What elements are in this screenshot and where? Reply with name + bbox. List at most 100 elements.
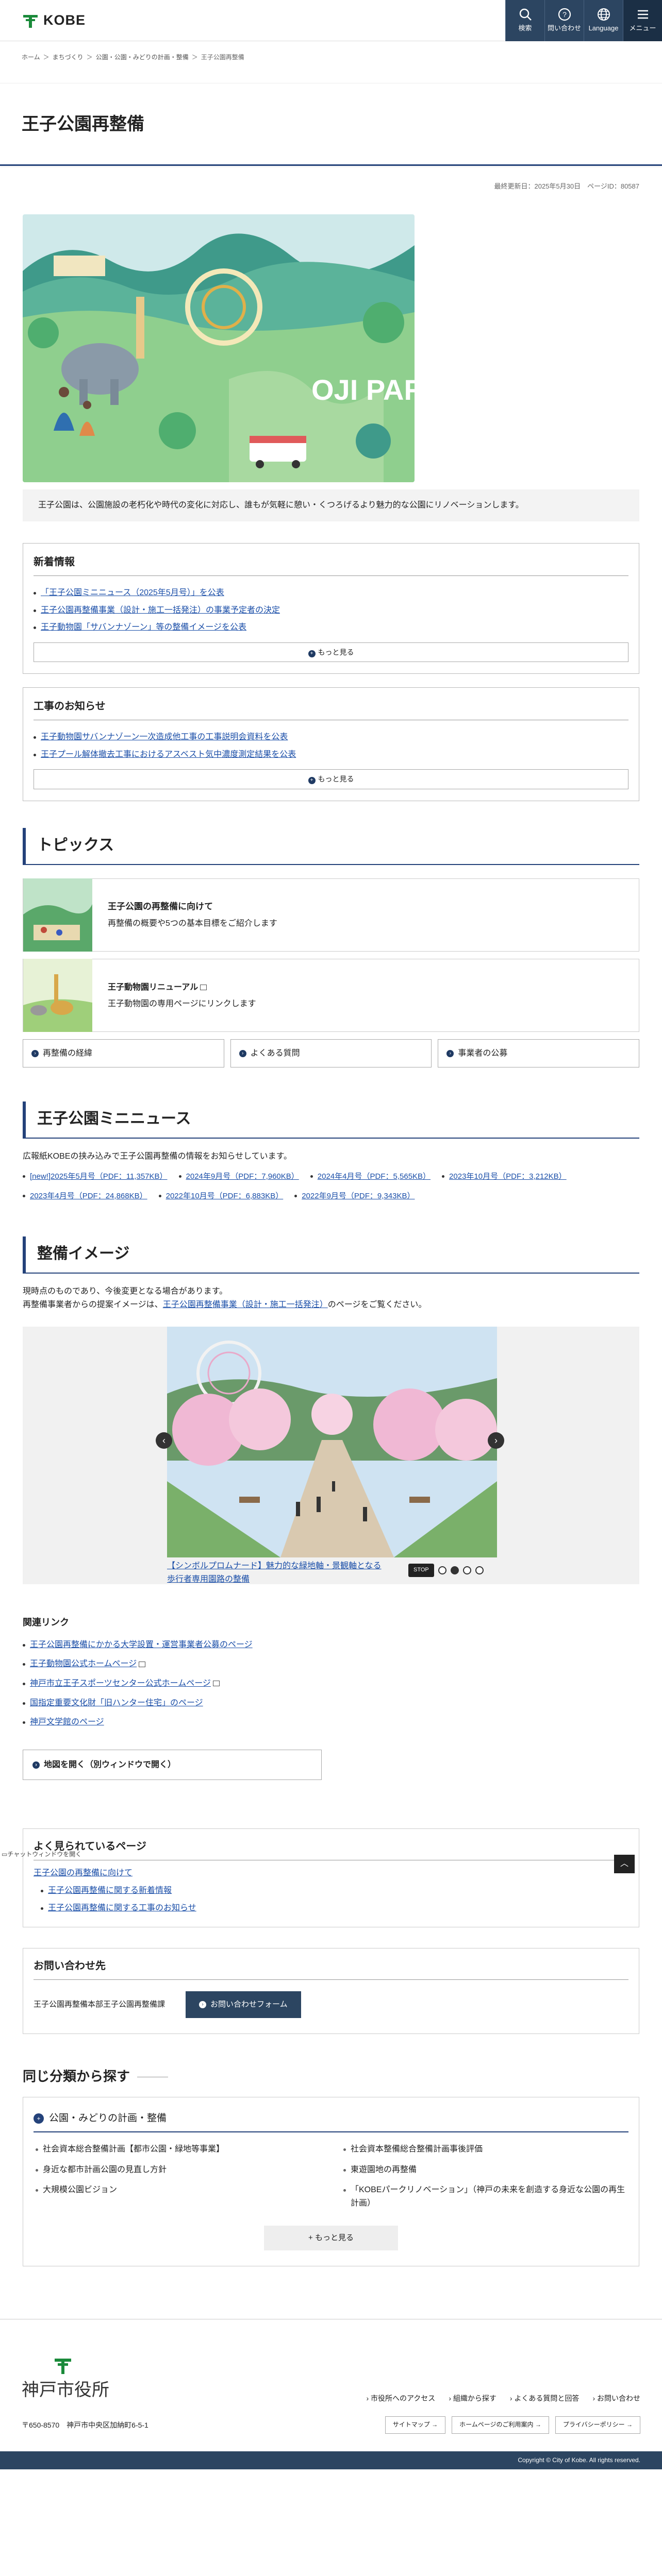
logo-text: KOBE [43,12,86,28]
news-link[interactable]: 王子動物園「サバンナゾーン」等の整備イメージを公表 [41,623,246,632]
site-header: KOBE 検索 ? 問い合わせ Language メニュー [0,0,662,41]
category-link[interactable]: 社会資本総合整備計画【都市公園・緑地等事業】 [43,2145,224,2154]
carousel-controls: STOP [408,1564,484,1577]
carousel-dot-1[interactable] [438,1566,446,1574]
list-item: 2023年10月号（PDF：3,212KB） [442,1171,567,1183]
mini-news-link[interactable]: 2023年10月号（PDF：3,212KB） [449,1172,567,1181]
news-more-button[interactable]: + もっと見る [34,642,628,663]
related-link[interactable]: 神戸文学館のページ [30,1718,104,1726]
footer-link[interactable]: 市役所へのアクセス [366,2393,435,2404]
popular-link[interactable]: 王子公園再整備に関する新着情報 [48,1886,172,1895]
breadcrumb-machizukuri[interactable]: まちづくり [53,53,84,62]
search-button[interactable]: 検索 [505,0,544,41]
list-item: 王子動物園サバンナゾーン一次造成他工事の工事説明会資料を公表 [34,728,628,746]
chevron-up-icon: ︿ [620,1859,628,1869]
sitemap-button[interactable]: サイトマップ → [385,2416,446,2434]
list-item: 王子公園の再整備に向けて [34,1865,628,1882]
faq-button[interactable]: › よくある質問 [230,1039,432,1068]
related-title: 関連リンク [23,1617,69,1628]
related-link[interactable]: 国指定重要文化財「旧ハンター住宅」のページ [30,1699,203,1707]
list-item: 2022年10月号（PDF：6,883KB） [158,1190,284,1202]
mini-news-link[interactable]: 2024年4月号（PDF：5,565KB） [318,1172,431,1181]
footer-link[interactable]: 組織から探す [449,2393,496,2404]
carousel-dot-2[interactable] [450,1566,459,1574]
list-item: [new!]2025年5月号（PDF：11,357KB） [23,1171,168,1183]
usage-guide-button[interactable]: ホームページのご利用案内 → [452,2416,549,2434]
carousel-dot-4[interactable] [475,1566,484,1574]
proposal-link[interactable]: 王子公園再整備事業（設計・施工一括発注） [163,1300,328,1309]
carousel-prev-button[interactable]: ‹ [156,1432,172,1449]
chat-window-button[interactable]: ▭チャットウィンドウを開く [2,1851,81,1858]
category-link[interactable]: 東遊園地の再整備 [351,2165,417,2174]
list-item: 「王子公園ミニニュース（2025年5月号）」を公表 [34,584,628,602]
topic-card-zoo[interactable]: 王子動物園リニューアル 王子動物園の専用ページにリンクします [23,958,639,1032]
back-to-top-button[interactable]: ︿ [614,1855,635,1874]
carousel-caption[interactable]: 【シンボルプロムナード】魅力的な緑地軸・景観軸となる歩行者専用園路の整備 [167,1560,384,1586]
language-label: Language [588,24,619,32]
carousel-dot-3[interactable] [462,1566,471,1574]
chat-icon: ▭ [2,1851,8,1858]
question-icon: ? [558,8,571,21]
list-item: 国指定重要文化財「旧ハンター住宅」のページ [23,1693,639,1713]
news-link[interactable]: 王子公園再整備事業（設計・施工一括発注）の事業予定者の決定 [41,606,280,615]
construction-more-button[interactable]: + もっと見る [34,769,628,789]
inquiry-form-label: お問い合わせフォーム [210,2000,288,2009]
mini-news-link[interactable]: 2022年9月号（PDF：9,343KB） [302,1192,415,1200]
language-button[interactable]: Language [584,0,623,41]
category-link[interactable]: 身近な都市計画公園の見直し方針 [43,2165,167,2174]
footer-links: 市役所へのアクセス 組織から探す よくある質問と回答 お問い合わせ [366,2393,640,2404]
privacy-label: プライバシーポリシー [562,2421,625,2429]
popular-link[interactable]: 王子公園再整備に関する工事のお知らせ [48,1904,196,1912]
category-link[interactable]: 「KOBEパークリノベーション」（神戸の未来を創造する身近な公園の再生計画） [351,2185,625,2208]
breadcrumb-current: 王子公園再整備 [201,54,244,61]
footer-logo[interactable]: 神戸市役所 [22,2355,114,2404]
list-item: 社会資本総合整備計画【都市公園・緑地等事業】 [34,2143,321,2156]
list-item: 2022年9月号（PDF：9,343KB） [294,1190,415,1202]
images-heading: 整備イメージ [23,1236,639,1274]
mini-news-link[interactable]: 2022年10月号（PDF：6,883KB） [166,1192,284,1200]
list-item: 2024年9月号（PDF：7,960KB） [178,1171,299,1183]
list-item: 大規模公園ビジョン [34,2183,321,2210]
same-category-more-button[interactable]: + もっと見る [264,2225,398,2250]
open-map-button[interactable]: › 地図を開く（別ウィンドウで開く） [23,1749,322,1781]
same-category-title: 同じ分類から探す [23,2066,639,2088]
carousel-next-button[interactable]: › [488,1432,504,1449]
popular-title: よく見られているページ [34,1838,628,1861]
construction-box: 工事のお知らせ 王子動物園サバンナゾーン一次造成他工事の工事説明会資料を公表 王… [23,687,639,801]
breadcrumb-parks[interactable]: 公園・公園・みどりの計画・整備 [96,53,189,62]
hero-illustration: OJI PARK [23,214,415,483]
category-link[interactable]: 社会資本整備総合整備計画事後評価 [351,2145,483,2154]
related-link[interactable]: 王子動物園公式ホームページ [30,1659,137,1668]
history-button[interactable]: › 再整備の経緯 [23,1039,224,1068]
list-item: 2023年4月号（PDF：24,868KB） [23,1190,147,1202]
image-carousel: ‹ › 【シンボルプロムナード】魅力的な緑地軸・景観軸となる歩行者専用園路の整備… [23,1327,639,1586]
footer-link[interactable]: よくある質問と回答 [510,2393,579,2404]
inquiry-form-button[interactable]: › お問い合わせフォーム [186,1991,301,2019]
category-link[interactable]: 大規模公園ビジョン [43,2185,117,2194]
privacy-button[interactable]: プライバシーポリシー → [555,2416,640,2434]
site-logo[interactable]: KOBE [22,9,86,31]
sitemap-label: サイトマップ [392,2421,430,2429]
menu-button[interactable]: メニュー [623,0,662,41]
inquiry-title: お問い合わせ先 [34,1958,628,1980]
recruitment-button[interactable]: › 事業者の公募 [438,1039,640,1068]
mini-news-link[interactable]: [new!]2025年5月号（PDF：11,357KB） [30,1172,168,1181]
breadcrumb-home[interactable]: ホーム [22,53,40,62]
contact-button[interactable]: ? 問い合わせ [544,0,584,41]
footer-link[interactable]: お問い合わせ [592,2393,640,2404]
footer-logo-text: 神戸市役所 [22,2379,109,2400]
news-link[interactable]: 「王子公園ミニニュース（2025年5月号）」を公表 [41,588,224,597]
category-header[interactable]: + 公園・みどりの計画・整備 [34,2111,628,2133]
related-link[interactable]: 神戸市立王子スポーツセンター公式ホームページ [30,1679,211,1688]
list-item: 神戸市立王子スポーツセンター公式ホームページ [23,1674,639,1693]
carousel-stop-button[interactable]: STOP [408,1564,434,1577]
popular-pages: よく見られているページ ▭チャットウィンドウを開く ︿ 王子公園の再整備に向けて… [2,1828,639,1928]
mini-news-link[interactable]: 2023年4月号（PDF：24,868KB） [30,1192,147,1200]
popular-link[interactable]: 王子公園の再整備に向けて [34,1869,133,1877]
topic-card-renewal[interactable]: 王子公園の再整備に向けて 再整備の概要や5つの基本目標をご紹介します [23,878,639,952]
kobe-emblem-icon [55,2358,71,2374]
related-link[interactable]: 王子公園再整備にかかる大学設置・運営事業者公募のページ [30,1640,253,1649]
construction-link[interactable]: 王子動物園サバンナゾーン一次造成他工事の工事説明会資料を公表 [41,733,288,741]
construction-link[interactable]: 王子プール解体撤去工事におけるアスベスト気中濃度測定結果を公表 [41,750,296,759]
mini-news-link[interactable]: 2024年9月号（PDF：7,960KB） [186,1172,299,1181]
